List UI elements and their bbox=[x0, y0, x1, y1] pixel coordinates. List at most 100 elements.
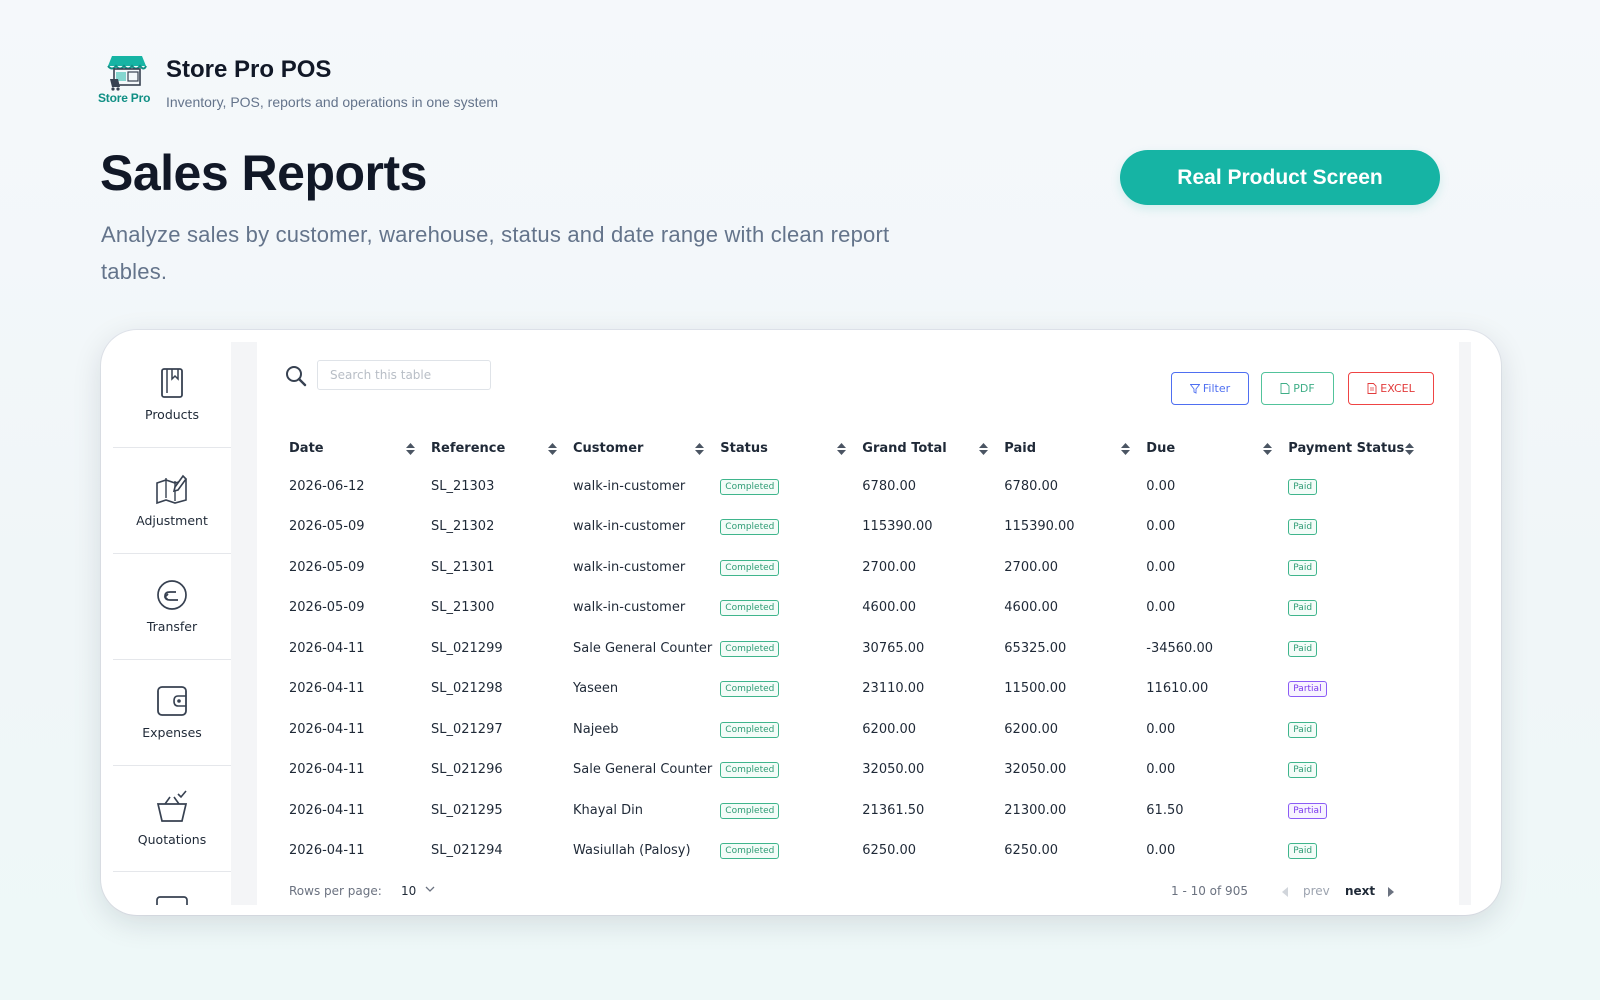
status-badge: Completed bbox=[720, 721, 780, 738]
rows-per-page-label: Rows per page: bbox=[289, 884, 382, 898]
sidebar-item-transfer[interactable]: Transfer bbox=[113, 554, 231, 660]
table-row[interactable]: 2026-05-09 SL_21302 walk-in-customer Comple… bbox=[281, 507, 1422, 548]
sort-icon[interactable] bbox=[979, 443, 989, 455]
sort-icon[interactable] bbox=[837, 443, 847, 455]
table-cell-paid: 2700.00 bbox=[1004, 559, 1059, 575]
sidebar-item-label: Adjustment bbox=[136, 513, 208, 528]
sort-icon[interactable] bbox=[548, 443, 557, 455]
store-logo: Store Pro bbox=[98, 54, 156, 106]
table-row[interactable]: 2026-05-09 SL_21301 walk-in-customer Comple… bbox=[281, 547, 1422, 588]
payment-status-badge: Paid bbox=[1288, 762, 1318, 779]
sort-icon[interactable] bbox=[1263, 443, 1273, 455]
column-header[interactable]: Customer bbox=[565, 430, 712, 466]
table-row[interactable]: 2026-04-11 SL_021294 Wasiullah (Palosy) Com… bbox=[281, 831, 1422, 872]
column-header[interactable]: Payment Status bbox=[1280, 430, 1422, 466]
table-cell-due: 0.00 bbox=[1146, 559, 1176, 575]
table-cell-customer: Khayal Din bbox=[573, 802, 643, 818]
table-cell-total: 30765.00 bbox=[862, 640, 925, 656]
next-page-button[interactable]: next bbox=[1345, 884, 1375, 898]
chevron-down-icon[interactable] bbox=[425, 885, 435, 893]
report-content: Filter PDF EXCEL Date Reference Customer St… bbox=[259, 342, 1459, 905]
table-row[interactable]: 2026-06-12 SL_21303 walk-in-customer Comple… bbox=[281, 466, 1422, 507]
excel-export-button[interactable]: EXCEL bbox=[1348, 372, 1434, 405]
column-header[interactable]: Grand Total bbox=[854, 430, 996, 466]
table-cell-customer: Wasiullah (Palosy) bbox=[573, 843, 691, 859]
table-cell-date: 2026-05-09 bbox=[289, 519, 365, 535]
column-header[interactable]: Due bbox=[1138, 430, 1280, 466]
table-cell-status: Completed bbox=[712, 588, 854, 629]
pdf-button-label: PDF bbox=[1293, 382, 1315, 395]
payment-status-badge: Paid bbox=[1288, 721, 1318, 738]
payment-status-badge: Paid bbox=[1288, 519, 1318, 536]
card-icon bbox=[156, 896, 188, 905]
table-cell-ref: SL_021294 bbox=[431, 843, 503, 859]
table-cell-total: 32050.00 bbox=[862, 762, 925, 778]
storefront-icon bbox=[107, 56, 147, 91]
sort-icon[interactable] bbox=[1121, 443, 1131, 455]
sidebar-item-expenses[interactable]: Expenses bbox=[113, 660, 231, 766]
table-cell-ref: SL_21301 bbox=[431, 559, 495, 575]
table-cell-paid: 6780.00 bbox=[1004, 478, 1059, 494]
sidebar-item-products[interactable]: Products bbox=[113, 342, 231, 448]
table-row[interactable]: 2026-04-11 SL_021296 Sale General Counter C… bbox=[281, 750, 1422, 791]
table-cell-ref: SL_21300 bbox=[431, 600, 495, 616]
sidebar-item-adjustment[interactable]: Adjustment bbox=[113, 448, 231, 554]
table-row[interactable]: 2026-04-11 SL_021295 Khayal Din Completed 21… bbox=[281, 790, 1422, 831]
app-title: Store Pro POS bbox=[166, 56, 332, 83]
table-cell-total: 6780.00 bbox=[862, 478, 917, 494]
sidebar-item-quotations[interactable]: Quotations bbox=[113, 766, 231, 872]
filter-button[interactable]: Filter bbox=[1171, 372, 1249, 405]
table-cell-paid: 21300.00 bbox=[1004, 802, 1067, 818]
status-badge: Completed bbox=[720, 559, 780, 576]
page-description: Analyze sales by customer, warehouse, st… bbox=[101, 222, 890, 284]
real-product-screen-button[interactable]: Real Product Screen bbox=[1120, 150, 1440, 205]
table-cell-status: Completed bbox=[712, 547, 854, 588]
table-cell-due: 0.00 bbox=[1146, 519, 1176, 535]
sidebar-item-more[interactable] bbox=[113, 872, 231, 905]
sidebar-item-label: Transfer bbox=[146, 619, 198, 634]
table-cell-ref: SL_021296 bbox=[431, 762, 503, 778]
table-cell-due: -34560.00 bbox=[1146, 640, 1214, 656]
sort-icon[interactable] bbox=[1405, 443, 1415, 455]
payment-status-badge: Partial bbox=[1288, 681, 1327, 698]
sort-icon[interactable] bbox=[406, 443, 415, 455]
rows-per-page-select[interactable]: 10 bbox=[401, 884, 416, 898]
column-header[interactable]: Paid bbox=[996, 430, 1138, 466]
table-cell-paid: 115390.00 bbox=[1004, 519, 1075, 535]
table-cell-pay: Paid bbox=[1280, 831, 1422, 872]
column-header-label: Paid bbox=[1004, 440, 1036, 456]
table-cell-ref: SL_021297 bbox=[431, 721, 503, 737]
table-cell-due: 0.00 bbox=[1146, 600, 1176, 616]
pdf-export-button[interactable]: PDF bbox=[1261, 372, 1334, 405]
table-cell-pay: Partial bbox=[1280, 669, 1422, 710]
table-cell-paid: 6250.00 bbox=[1004, 843, 1059, 859]
column-header-label: Due bbox=[1146, 440, 1176, 456]
page-title: Sales Reports bbox=[100, 145, 427, 201]
table-cell-date: 2026-04-11 bbox=[289, 762, 365, 778]
table-row[interactable]: 2026-05-09 SL_21300 walk-in-customer Comple… bbox=[281, 588, 1422, 629]
search-input[interactable] bbox=[317, 360, 491, 390]
chevron-right-icon[interactable] bbox=[1387, 887, 1395, 897]
table-row[interactable]: 2026-04-11 SL_021297 Najeeb Completed 6200.0… bbox=[281, 709, 1422, 750]
column-header[interactable]: Status bbox=[712, 430, 854, 466]
logo-wordmark: Store Pro bbox=[98, 91, 151, 105]
book-icon bbox=[161, 368, 183, 398]
pdf-file-icon bbox=[1280, 383, 1290, 394]
table-cell-customer: walk-in-customer bbox=[573, 559, 686, 575]
search-icon[interactable] bbox=[285, 365, 307, 387]
table-cell-pay: Paid bbox=[1280, 628, 1422, 669]
table-cell-status: Completed bbox=[712, 831, 854, 872]
sidebar-item-label: Expenses bbox=[142, 725, 202, 740]
table-cell-due: 0.00 bbox=[1146, 478, 1176, 494]
table-cell-total: 4600.00 bbox=[862, 600, 917, 616]
chevron-left-icon[interactable] bbox=[1281, 887, 1289, 897]
column-header[interactable]: Reference bbox=[423, 430, 565, 466]
status-badge: Completed bbox=[720, 600, 780, 617]
sort-icon[interactable] bbox=[695, 443, 705, 455]
column-header[interactable]: Date bbox=[281, 430, 423, 466]
table-cell-due: 0.00 bbox=[1146, 843, 1176, 859]
prev-page-button[interactable]: prev bbox=[1303, 884, 1330, 898]
column-header-label: Date bbox=[289, 440, 324, 456]
table-row[interactable]: 2026-04-11 SL_021298 Yaseen Completed 23110.… bbox=[281, 669, 1422, 710]
table-row[interactable]: 2026-04-11 SL_021299 Sale General Counter C… bbox=[281, 628, 1422, 669]
